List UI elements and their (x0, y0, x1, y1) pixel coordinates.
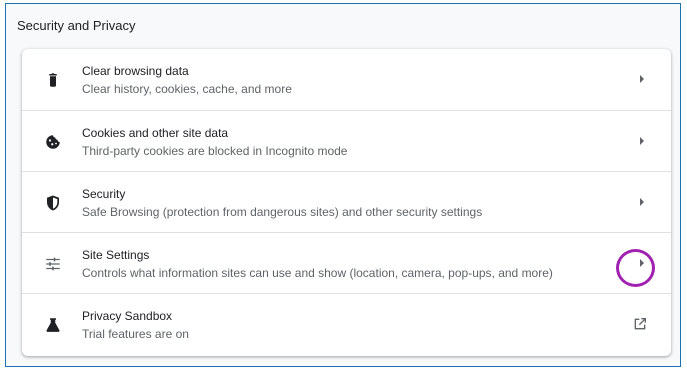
row-description: Trial features are on (82, 327, 189, 341)
row-title: Privacy Sandbox (82, 309, 173, 323)
shield-icon (44, 194, 62, 212)
row-description: Clear history, cookies, cache, and more (82, 82, 292, 96)
row-title: Clear browsing data (82, 64, 189, 78)
privacy-sandbox-row[interactable]: Privacy Sandbox Trial features are on (22, 293, 671, 354)
flask-icon (44, 316, 62, 334)
section-title: Security and Privacy (17, 18, 136, 33)
row-description: Safe Browsing (protection from dangerous… (82, 205, 483, 219)
open-in-new-icon[interactable] (632, 316, 648, 332)
settings-card: Clear browsing data Clear history, cooki… (22, 49, 671, 356)
cookie-icon (44, 133, 62, 151)
row-description: Third-party cookies are blocked in Incog… (82, 144, 348, 158)
security-row[interactable]: Security Safe Browsing (protection from … (22, 171, 671, 232)
row-title: Site Settings (82, 248, 150, 262)
cookies-site-data-row[interactable]: Cookies and other site data Third-party … (22, 110, 671, 171)
row-title: Cookies and other site data (82, 126, 229, 140)
row-description: Controls what information sites can use … (82, 266, 553, 280)
clear-browsing-data-row[interactable]: Clear browsing data Clear history, cooki… (22, 49, 671, 110)
arrow-right-icon[interactable] (636, 135, 648, 147)
row-title: Security (82, 187, 126, 201)
arrow-right-icon[interactable] (636, 73, 648, 85)
arrow-right-icon[interactable] (636, 196, 648, 208)
arrow-right-icon[interactable] (636, 257, 648, 269)
trash-icon (44, 71, 62, 89)
site-settings-row[interactable]: Site Settings Controls what information … (22, 232, 671, 293)
tune-icon (44, 255, 62, 273)
